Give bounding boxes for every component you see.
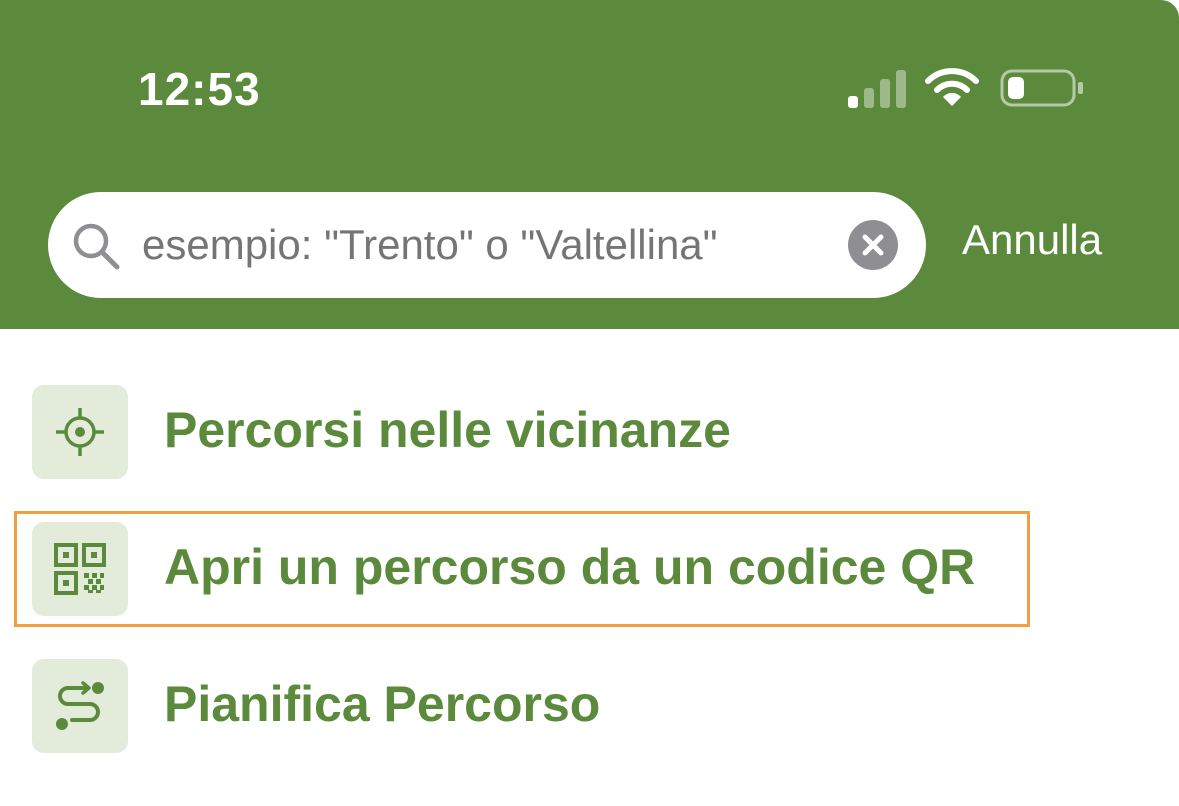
location-target-icon <box>56 408 104 456</box>
icon-tile <box>32 385 128 479</box>
status-icons <box>840 64 1090 110</box>
cellular-signal-icon <box>848 68 908 108</box>
status-time: 12:53 <box>138 63 261 115</box>
menu-item-plan-route[interactable]: Pianifica Percorso <box>0 651 1179 761</box>
battery-icon <box>1000 69 1083 107</box>
close-icon <box>862 234 884 256</box>
search-icon <box>73 223 120 270</box>
cancel-button[interactable]: Annulla <box>962 216 1102 264</box>
header: 12:53 Annull <box>0 0 1179 329</box>
menu-item-label: Pianifica Percorso <box>164 676 601 732</box>
icon-tile <box>32 659 128 753</box>
highlight-box <box>14 511 1030 627</box>
search-input[interactable] <box>142 214 832 276</box>
menu-item-nearby-routes[interactable]: Percorsi nelle vicinanze <box>0 377 1179 487</box>
route-plan-icon <box>56 681 104 730</box>
search-box[interactable] <box>48 192 926 298</box>
menu-item-label: Percorsi nelle vicinanze <box>164 402 731 458</box>
clear-search-button[interactable] <box>848 220 898 270</box>
wifi-icon <box>925 68 979 106</box>
